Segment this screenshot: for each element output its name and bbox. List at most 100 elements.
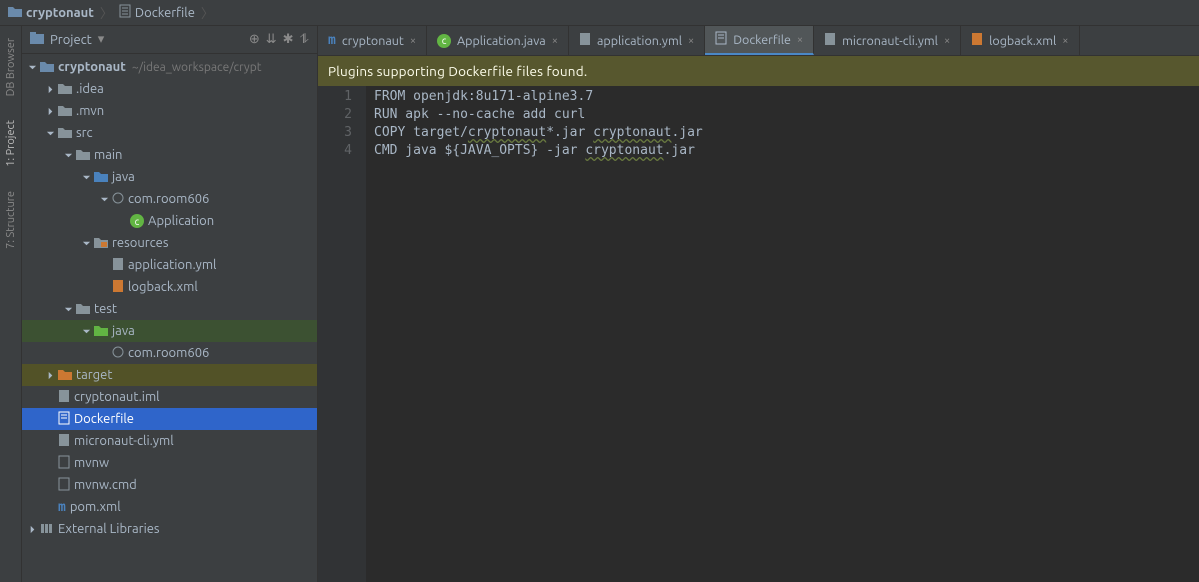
tree-item-testpackage[interactable]: com.room606 [22, 342, 317, 364]
tree-item-iml[interactable]: cryptonaut.iml [22, 386, 317, 408]
chevron-down-icon [62, 303, 74, 315]
line-number: 4 [318, 142, 352, 160]
package-icon [112, 192, 124, 207]
tree-item-java-main[interactable]: java [22, 166, 317, 188]
code-line-1: FROM openjdk:8u171-alpine3.7 [374, 88, 1199, 106]
close-icon[interactable]: × [552, 35, 558, 47]
dropdown-icon[interactable]: ▾ [98, 32, 105, 47]
xml-icon [112, 279, 124, 296]
close-icon[interactable]: × [944, 35, 950, 47]
yml-icon [112, 257, 124, 274]
dockerfile-icon [58, 411, 70, 428]
tree-java-label: java [112, 170, 135, 184]
tab-cryptonaut-label: cryptonaut [342, 34, 404, 48]
tree-item-mvnw[interactable]: mvnw [22, 452, 317, 474]
line-number: 2 [318, 106, 352, 124]
close-icon[interactable]: × [688, 35, 694, 47]
chevron-down-icon [26, 61, 38, 73]
breadcrumb-file[interactable]: Dockerfile [115, 4, 199, 21]
tab-micronaut-cli[interactable]: micronaut-cli.yml × [814, 26, 961, 55]
tab-microcli-label: micronaut-cli.yml [842, 34, 938, 48]
tab-application-java[interactable]: c Application.java × [427, 26, 569, 55]
maven-icon: m [58, 500, 66, 515]
locate-icon[interactable]: ⊕ [249, 32, 260, 47]
tree-item-src[interactable]: src [22, 122, 317, 144]
tree-item-application[interactable]: c Application [22, 210, 317, 232]
tree-item-microcli[interactable]: micronaut-cli.yml [22, 430, 317, 452]
chevron-right-icon [44, 83, 56, 95]
project-tab[interactable]: 1: Project [3, 112, 19, 175]
code-line-2: RUN apk --no-cache add curl [374, 106, 1199, 124]
hide-icon[interactable]: ⥮ [300, 32, 309, 47]
tree-item-resources[interactable]: resources [22, 232, 317, 254]
folder-icon [76, 148, 90, 163]
close-icon[interactable]: × [1062, 35, 1068, 47]
tab-cryptonaut[interactable]: m cryptonaut × [318, 26, 427, 55]
package-icon [112, 346, 124, 361]
tree-item-package[interactable]: com.room606 [22, 188, 317, 210]
tree-package-label: com.room606 [128, 192, 209, 206]
tree-target-label: target [76, 368, 112, 382]
tree-item-appyml[interactable]: application.yml [22, 254, 317, 276]
tab-application-yml[interactable]: application.yml × [569, 26, 705, 55]
file-icon [58, 455, 70, 472]
chevron-down-icon [80, 171, 92, 183]
tree-mvnwcmd-label: mvnw.cmd [74, 478, 137, 492]
close-icon[interactable]: × [797, 34, 803, 46]
yml-icon [579, 32, 591, 49]
tree-root[interactable]: cryptonaut ~/idea_workspace/crypt [22, 56, 317, 78]
folder-icon [8, 5, 22, 20]
tree-dockerfile-label: Dockerfile [74, 412, 134, 426]
structure-tab[interactable]: 7: Structure [3, 183, 19, 257]
sidebar-header: Project ▾ ⊕ ⇊ ✱ ⥮ [22, 26, 317, 54]
tree-test-label: test [94, 302, 117, 316]
close-icon[interactable]: × [410, 35, 416, 47]
code-content[interactable]: FROM openjdk:8u171-alpine3.7 RUN apk --n… [366, 86, 1199, 582]
tab-logback[interactable]: logback.xml × [961, 26, 1079, 55]
tree-root-label: cryptonaut [58, 60, 126, 74]
tree-item-target[interactable]: target [22, 364, 317, 386]
tree-resources-label: resources [112, 236, 169, 250]
file-icon [119, 4, 131, 21]
left-tool-gutter: DB Browser 1: Project 7: Structure [0, 26, 22, 582]
breadcrumb-bar: cryptonaut 〉 Dockerfile 〉 [0, 0, 1199, 26]
xml-icon [971, 32, 983, 49]
gear-icon[interactable]: ✱ [283, 32, 294, 47]
breadcrumb-root-label: cryptonaut [26, 6, 94, 20]
tree-item-main[interactable]: main [22, 144, 317, 166]
project-tab-label: 1: Project [5, 120, 17, 167]
tree-item-java-test[interactable]: java [22, 320, 317, 342]
plugin-notice[interactable]: Plugins supporting Dockerfile files foun… [318, 56, 1199, 86]
tree-item-mvn[interactable]: .mvn [22, 100, 317, 122]
tree-item-test[interactable]: test [22, 298, 317, 320]
structure-tab-label: 7: Structure [5, 191, 17, 249]
tree-item-idea[interactable]: .idea [22, 78, 317, 100]
dockerfile-icon [715, 31, 727, 48]
collapse-icon[interactable]: ⇊ [266, 32, 277, 47]
code-line-3: COPY target/cryptonaut*.jar cryptonaut.j… [374, 124, 1199, 142]
tab-dockerfile[interactable]: Dockerfile × [705, 26, 814, 55]
class-icon: c [437, 34, 451, 48]
source-folder-icon [94, 170, 108, 185]
tree-item-extlib[interactable]: External Libraries [22, 518, 317, 540]
line-number: 1 [318, 88, 352, 106]
tree-item-mvnwcmd[interactable]: mvnw.cmd [22, 474, 317, 496]
line-number-gutter: 1 2 3 4 [318, 86, 366, 582]
tree-item-dockerfile[interactable]: Dockerfile [22, 408, 317, 430]
chevron-right-icon: 〉 [100, 3, 113, 22]
tree-microcli-label: micronaut-cli.yml [74, 434, 174, 448]
breadcrumb-root[interactable]: cryptonaut [4, 5, 98, 20]
tree-app-label: Application [148, 214, 214, 228]
iml-icon [58, 389, 70, 406]
tree-pom-label: pom.xml [70, 500, 121, 514]
chevron-right-icon [44, 105, 56, 117]
code-editor[interactable]: 1 2 3 4 FROM openjdk:8u171-alpine3.7 RUN… [318, 86, 1199, 582]
test-folder-icon [94, 324, 108, 339]
tree-testpackage-label: com.room606 [128, 346, 209, 360]
tree-item-pom[interactable]: m pom.xml [22, 496, 317, 518]
tree-idea-label: .idea [76, 82, 104, 96]
resources-folder-icon [94, 236, 108, 251]
tree-item-logback[interactable]: logback.xml [22, 276, 317, 298]
db-browser-tab[interactable]: DB Browser [3, 30, 19, 104]
chevron-down-icon [80, 237, 92, 249]
